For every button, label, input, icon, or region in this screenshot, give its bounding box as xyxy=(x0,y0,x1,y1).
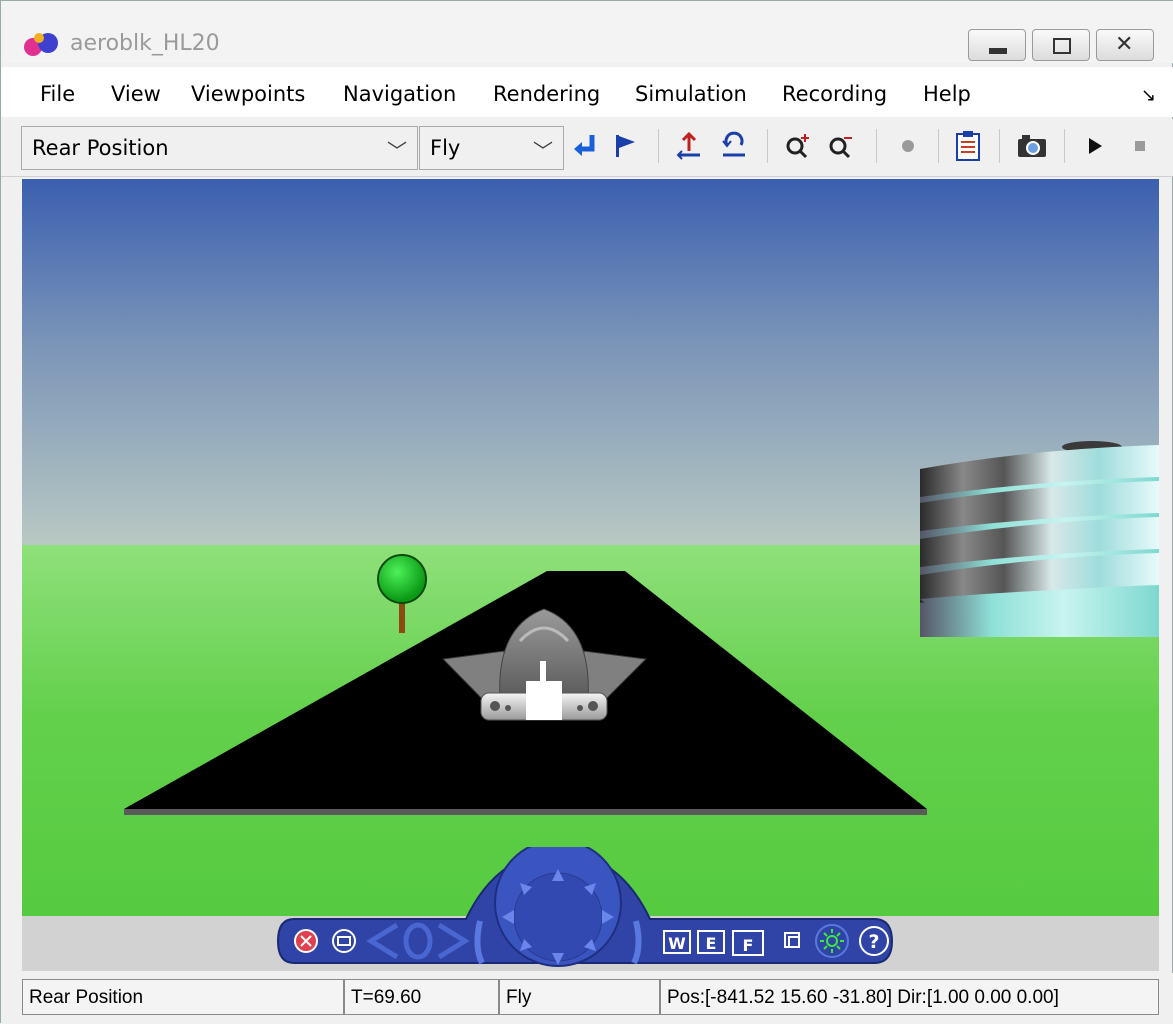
restore-icon xyxy=(1053,38,1071,54)
stop-icon[interactable] xyxy=(1123,129,1157,163)
menu-rendering[interactable]: Rendering xyxy=(493,82,600,106)
status-position-text: Pos:[-841.52 15.60 -31.80] Dir:[1.00 0.0… xyxy=(667,987,1059,1008)
rotate-right-icon[interactable] xyxy=(437,922,470,960)
menu-navigation[interactable]: Navigation xyxy=(343,82,456,106)
arrow-down-icon[interactable] xyxy=(552,953,564,965)
toolbar-separator xyxy=(876,129,877,163)
zoom-in-icon[interactable] xyxy=(781,129,815,163)
examine-mode-button[interactable]: E xyxy=(697,930,725,954)
menu-simulation[interactable]: Simulation xyxy=(635,82,747,106)
rotate-controls[interactable] xyxy=(363,919,473,963)
app-logo-icon xyxy=(24,33,58,56)
window-title: aeroblk_HL20 xyxy=(70,31,220,56)
viewpoint-select[interactable]: Rear Position ﹀ xyxy=(21,126,418,170)
maximize-button[interactable] xyxy=(1032,29,1090,61)
status-viewpoint: Rear Position xyxy=(22,979,344,1015)
headlight-icon[interactable] xyxy=(814,923,850,959)
app-window: aeroblk_HL20 ✕ File View Viewpoints Navi… xyxy=(0,0,1173,1024)
expand-menu-icon[interactable]: ↘ xyxy=(1141,85,1156,106)
toolbar-separator xyxy=(1064,129,1065,163)
viewpoints-icon[interactable] xyxy=(779,927,807,955)
status-time: T=69.60 xyxy=(344,979,499,1015)
rotate-left-icon[interactable] xyxy=(366,922,399,960)
menu-viewpoints[interactable]: Viewpoints xyxy=(191,82,305,106)
status-mode-text: Fly xyxy=(506,987,532,1008)
close-icon: ✕ xyxy=(1115,32,1134,57)
zoom-out-icon[interactable] xyxy=(824,129,858,163)
menu-view[interactable]: View xyxy=(111,82,161,106)
arrow-right-icon[interactable] xyxy=(602,910,614,924)
minimize-panel-icon[interactable] xyxy=(329,926,359,956)
status-viewpoint-text: Rear Position xyxy=(29,987,144,1008)
undo-move-icon[interactable] xyxy=(717,129,751,163)
toolbar-separator xyxy=(658,129,659,163)
camera-icon[interactable] xyxy=(1015,129,1049,163)
clipboard-icon[interactable] xyxy=(951,129,985,163)
chevron-down-icon: ﹀ xyxy=(533,139,553,163)
help-button[interactable]: ? xyxy=(859,926,889,956)
arrow-up-right-icon[interactable] xyxy=(584,883,596,895)
navigation-select[interactable]: Fly ﹀ xyxy=(419,126,564,170)
record-icon[interactable] xyxy=(891,129,925,163)
arrow-down-left-icon[interactable] xyxy=(520,939,532,951)
status-time-text: T=69.60 xyxy=(351,987,422,1008)
return-to-viewpoint-icon[interactable] xyxy=(568,129,602,163)
minimize-button[interactable] xyxy=(968,29,1026,61)
arrow-left-icon[interactable] xyxy=(502,910,514,924)
viewpoint-select-value: Rear Position xyxy=(32,136,169,160)
menu-file[interactable]: File xyxy=(40,82,75,106)
menu-recording[interactable]: Recording xyxy=(782,82,887,106)
rotate-center-icon[interactable] xyxy=(403,922,433,960)
menu-help[interactable]: Help xyxy=(923,82,971,106)
status-mode: Fly xyxy=(499,979,660,1015)
arrow-up-left-icon[interactable] xyxy=(520,883,532,895)
arrow-down-right-icon[interactable] xyxy=(584,939,596,951)
chevron-down-icon: ﹀ xyxy=(387,139,407,163)
flag-icon[interactable] xyxy=(608,129,642,163)
fly-mode-button[interactable]: F xyxy=(732,930,764,956)
close-button[interactable]: ✕ xyxy=(1096,29,1154,61)
arrow-up-icon[interactable] xyxy=(552,869,564,881)
straighten-up-icon[interactable] xyxy=(672,129,706,163)
direction-pad[interactable] xyxy=(496,847,624,972)
minimize-icon xyxy=(989,48,1007,54)
walk-mode-button[interactable]: W xyxy=(663,930,691,954)
toolbar-separator xyxy=(767,129,768,163)
status-position: Pos:[-841.52 15.60 -31.80] Dir:[1.00 0.0… xyxy=(660,979,1159,1015)
tower-building xyxy=(920,441,1159,637)
navigation-select-value: Fly xyxy=(430,136,461,160)
close-panel-icon[interactable] xyxy=(291,926,321,956)
toolbar-separator xyxy=(999,129,1000,163)
play-icon[interactable] xyxy=(1078,129,1112,163)
toolbar-separator xyxy=(938,129,939,163)
